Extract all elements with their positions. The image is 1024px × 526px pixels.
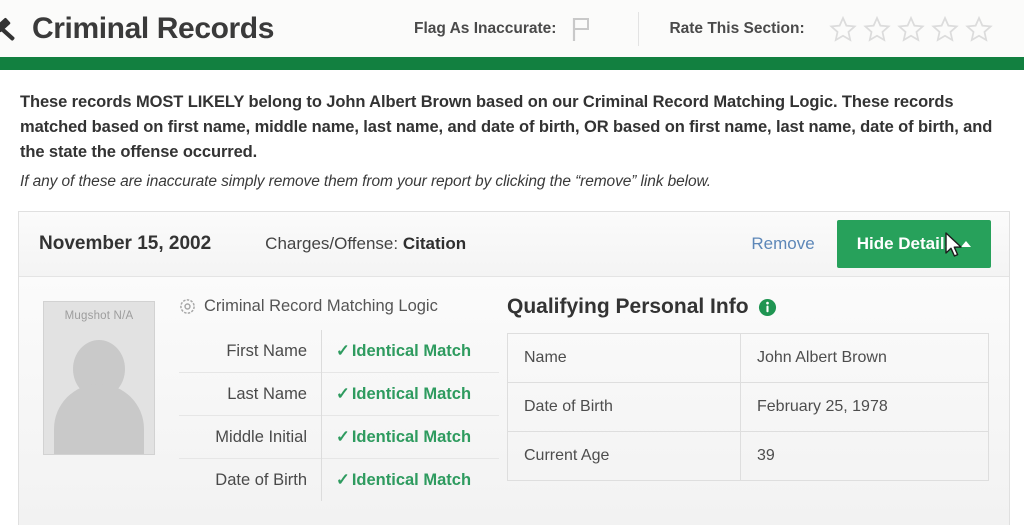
- info-key: Current Age: [507, 431, 741, 481]
- match-value: ✓ Identical Match: [321, 330, 499, 373]
- star-outline-icon[interactable]: [862, 15, 891, 43]
- table-row: First Name ✓ Identical Match: [179, 330, 499, 373]
- match-value: ✓ Identical Match: [321, 415, 499, 459]
- matching-logic-header: Criminal Record Matching Logic: [179, 297, 499, 316]
- match-value-text: Identical Match: [351, 385, 472, 403]
- intro-block: These records MOST LIKELY belong to John…: [0, 90, 1024, 193]
- match-value-text: Identical Match: [351, 471, 472, 489]
- star-outline-icon[interactable]: [930, 15, 959, 43]
- table-row: Date of Birth ✓ Identical Match: [179, 458, 499, 501]
- star-outline-icon[interactable]: [964, 15, 993, 43]
- hide-details-button[interactable]: Hide Details: [836, 220, 991, 268]
- gear-icon: [180, 299, 195, 314]
- flag-icon[interactable]: [570, 16, 592, 42]
- flag-as-inaccurate-label: Flag As Inaccurate:: [414, 19, 557, 37]
- criminal-record-card: November 15, 2002 Charges/Offense: Citat…: [18, 211, 1010, 525]
- intro-paragraph: These records MOST LIKELY belong to John…: [20, 93, 993, 161]
- match-value: ✓ Identical Match: [321, 458, 499, 501]
- rate-this-section-group[interactable]: Rate This Section:: [669, 15, 993, 43]
- mugshot-label: Mugshot N/A: [64, 310, 134, 322]
- table-row: Last Name ✓ Identical Match: [179, 372, 499, 416]
- matching-logic-title: Criminal Record Matching Logic: [204, 297, 438, 315]
- silhouette-body-icon: [54, 384, 144, 454]
- match-label: Middle Initial: [215, 427, 307, 446]
- record-date: November 15, 2002: [39, 233, 212, 254]
- chevron-up-icon: [961, 241, 971, 247]
- record-charge-value: Citation: [402, 234, 467, 253]
- record-header: November 15, 2002 Charges/Offense: Citat…: [19, 212, 1009, 277]
- matching-logic-table: First Name ✓ Identical Match Last Name ✓ I…: [179, 330, 499, 501]
- personal-info-table: Name John Albert Brown Date of Birth Feb…: [507, 333, 989, 481]
- record-charge: Charges/Offense: Citation: [265, 234, 466, 254]
- info-value: February 25, 1978: [740, 382, 989, 432]
- page-title-group: Criminal Records: [0, 12, 274, 46]
- info-value: 39: [740, 431, 989, 481]
- personal-info-column: Qualifying Personal Info Name John Alber…: [499, 295, 1009, 481]
- match-label: First Name: [226, 341, 307, 360]
- personal-info-header: Qualifying Personal Info: [507, 295, 989, 319]
- table-row: Date of Birth February 25, 1978: [507, 382, 989, 432]
- rate-this-section-label: Rate This Section:: [669, 19, 805, 37]
- match-value: ✓ Identical Match: [321, 372, 499, 416]
- match-value-text: Identical Match: [351, 428, 472, 446]
- star-rating[interactable]: [828, 15, 993, 43]
- hide-details-label: Hide Details: [856, 234, 954, 253]
- header-divider: [638, 11, 640, 46]
- personal-info-title: Qualifying Personal Info: [507, 295, 749, 318]
- info-value: John Albert Brown: [740, 333, 989, 383]
- table-row: Middle Initial ✓ Identical Match: [179, 415, 499, 459]
- page-title: Criminal Records: [32, 11, 275, 45]
- mugshot-placeholder: Mugshot N/A: [43, 301, 155, 455]
- info-circle-icon[interactable]: [758, 298, 777, 317]
- info-key: Name: [507, 333, 741, 383]
- check-icon: ✓: [336, 385, 350, 403]
- spacer: [0, 70, 1024, 90]
- mugshot-column: Mugshot N/A: [19, 295, 179, 455]
- record-actions: Remove Hide Details: [751, 220, 1009, 268]
- record-details: Mugshot N/A Criminal Record Matching Log…: [19, 277, 1009, 525]
- star-outline-icon[interactable]: [896, 15, 925, 43]
- header-tools: Flag As Inaccurate: Rate This Section:: [414, 11, 1018, 46]
- table-row: Current Age 39: [507, 431, 989, 481]
- match-label: Last Name: [227, 384, 307, 403]
- star-outline-icon[interactable]: [828, 15, 857, 43]
- matching-logic-column: Criminal Record Matching Logic First Nam…: [179, 295, 499, 501]
- info-key: Date of Birth: [507, 382, 741, 432]
- gavel-icon: [0, 17, 15, 40]
- remove-link[interactable]: Remove: [751, 234, 814, 254]
- page-header: Criminal Records Flag As Inaccurate: Rat…: [0, 0, 1024, 57]
- match-label: Date of Birth: [215, 470, 307, 489]
- check-icon: ✓: [336, 471, 350, 489]
- section-accent-bar: [0, 57, 1024, 70]
- match-value-text: Identical Match: [351, 342, 472, 360]
- table-row: Name John Albert Brown: [507, 333, 989, 383]
- flag-as-inaccurate-group[interactable]: Flag As Inaccurate:: [414, 16, 592, 42]
- check-icon: ✓: [336, 428, 350, 446]
- intro-note: If any of these are inaccurate simply re…: [20, 173, 711, 190]
- record-charge-label: Charges/Offense:: [265, 234, 399, 253]
- check-icon: ✓: [336, 342, 350, 360]
